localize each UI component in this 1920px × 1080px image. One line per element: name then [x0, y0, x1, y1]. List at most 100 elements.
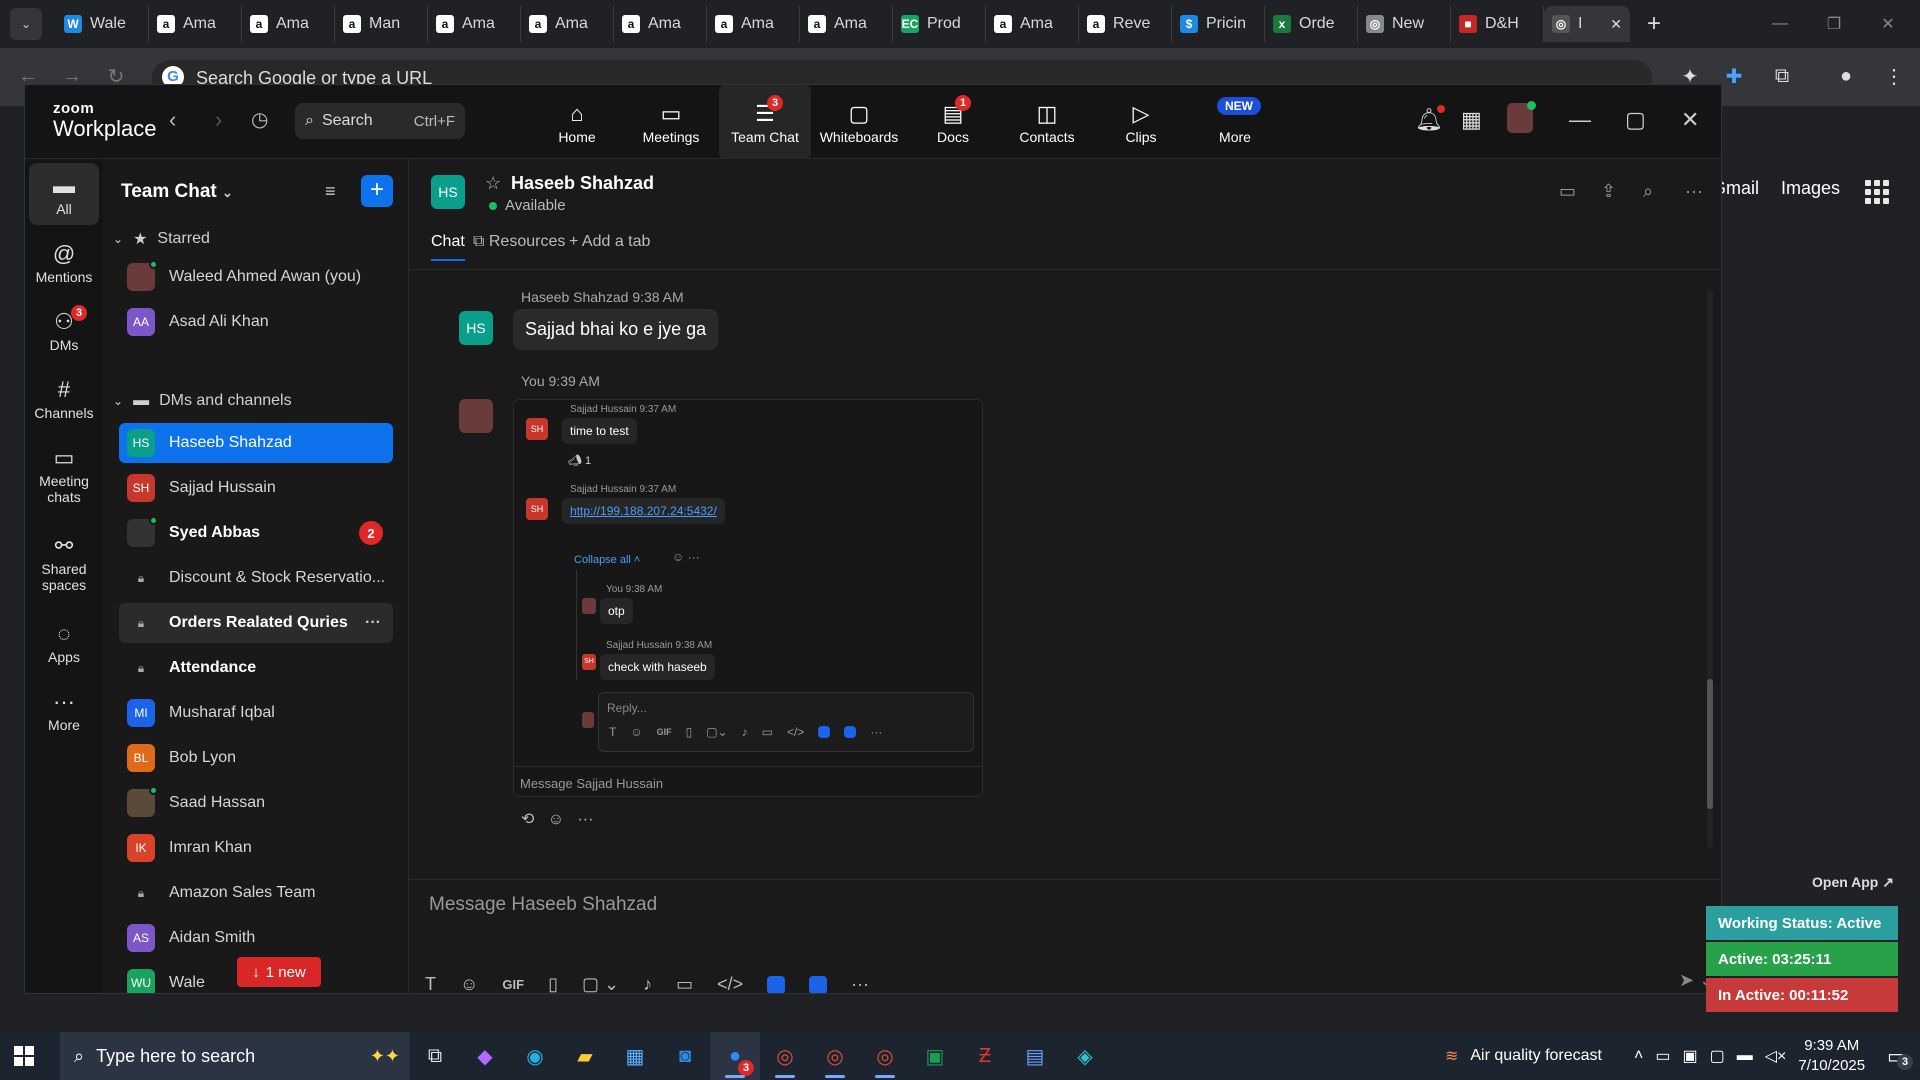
new-messages-pill[interactable]: ↓ 1 new — [237, 957, 321, 987]
browser-tab[interactable]: EC Prod — [893, 6, 986, 42]
close-tab-icon[interactable]: ✕ — [1610, 16, 1622, 33]
zoom-search-button[interactable]: ⌕ Search Ctrl+F — [295, 103, 465, 139]
team-chat-title[interactable]: Team Chat ⌄ — [121, 181, 233, 203]
store-icon[interactable]: ▦ — [610, 1032, 660, 1080]
chrome-icon[interactable]: ◎ — [760, 1032, 810, 1080]
browser-tab[interactable]: a Ama — [521, 6, 614, 42]
chevron-up-icon[interactable]: ˄ — [1634, 1047, 1643, 1065]
rail-more[interactable]: ··· More — [29, 687, 99, 733]
rail-shared-spaces[interactable]: ⚯ Shared spaces — [29, 531, 99, 593]
mic-icon[interactable]: ♪ — [742, 725, 748, 739]
browser-tab-active[interactable]: ◎ I ✕ — [1544, 6, 1630, 42]
thread-link[interactable]: http://199.188.207.24:5432/ — [570, 504, 717, 518]
video-call-icon[interactable]: ▭ — [1559, 181, 1576, 202]
nav-meetings[interactable]: ▭ Meetings — [625, 85, 717, 159]
browser-tab[interactable]: a Reve — [1079, 6, 1172, 42]
collapse-all-link[interactable]: Collapse all ˄ — [574, 554, 640, 566]
message-actions[interactable]: ⟲ ☺ ··· — [521, 809, 593, 829]
star-outline-icon[interactable]: ☆ — [485, 173, 501, 194]
rail-mentions[interactable]: @ Mentions — [29, 239, 99, 285]
copilot-icon[interactable]: ◆ — [460, 1032, 510, 1080]
chat-list-item[interactable]: Waleed Ahmed Awan (you) — [119, 257, 393, 297]
browser-tab[interactable]: ◎ New — [1358, 6, 1451, 42]
gif-icon[interactable]: GIF — [502, 977, 524, 992]
reply-actions[interactable]: ☺ ··· — [672, 550, 700, 564]
tab-chat[interactable]: Chat — [431, 233, 465, 261]
edge-icon[interactable]: ◉ — [510, 1032, 560, 1080]
browser-tab[interactable]: x Orde — [1265, 6, 1358, 42]
chat-list-item[interactable]: HS Haseeb Shahzad — [119, 423, 393, 463]
zoom-taskbar-icon[interactable]: ● 3 — [710, 1032, 760, 1080]
screenshot-icon[interactable]: ▢ ⌄ — [582, 974, 619, 993]
more-options-icon[interactable]: ··· — [1685, 181, 1703, 202]
chat-list-item[interactable]: 🔒︎ Orders Realated Quries ··· — [119, 603, 393, 643]
app-icon[interactable]: ◈ — [1060, 1032, 1110, 1080]
windows-start-button[interactable] — [0, 1032, 48, 1080]
video-message-icon[interactable]: ▭ — [676, 974, 693, 993]
extension-icon[interactable]: ✚ — [1720, 62, 1748, 90]
meet-icon[interactable]: ▣ — [1682, 1046, 1697, 1066]
forward-arrow-icon[interactable]: › — [215, 107, 222, 133]
app-icon[interactable] — [809, 975, 828, 993]
message-bubble[interactable]: Sajjad bhai ko e jye ga — [513, 309, 719, 350]
chat-list-item[interactable]: BL Bob Lyon — [119, 738, 393, 778]
code-icon[interactable]: </> — [787, 725, 804, 739]
new-tab-button[interactable]: + — [1638, 8, 1670, 40]
more-icon[interactable]: ··· — [851, 974, 869, 993]
nav-docs[interactable]: ▤ Docs 1 — [907, 85, 999, 159]
nav-clips[interactable]: ▷ Clips — [1095, 85, 1187, 159]
chat-list-item[interactable]: AA Asad Ali Khan — [119, 302, 393, 342]
chat-list-item[interactable]: SH Sajjad Hussain — [119, 468, 393, 508]
minimize-icon[interactable]: — — [1569, 107, 1591, 133]
chat-title[interactable]: Haseeb Shahzad — [511, 173, 654, 194]
chrome-icon[interactable]: ◎ — [860, 1032, 910, 1080]
close-icon[interactable]: ✕ — [1681, 107, 1699, 133]
browser-tab[interactable]: W Wale — [56, 6, 149, 42]
browser-tab[interactable]: a Ama — [428, 6, 521, 42]
more-options-icon[interactable]: ··· — [365, 614, 381, 632]
format-text-icon[interactable]: T — [425, 974, 436, 993]
search-icon[interactable]: ⌕ — [1643, 181, 1653, 202]
chat-list-item[interactable]: 🔒︎ Attendance — [119, 648, 393, 688]
tab-add[interactable]: + Add a tab — [569, 233, 650, 251]
browser-tab[interactable]: a Ama — [614, 6, 707, 42]
chat-list-item[interactable]: IK Imran Khan — [119, 828, 393, 868]
nav-team-chat[interactable]: ☰ Team Chat 3 — [719, 85, 811, 159]
chat-list-item[interactable]: MI Musharaf Iqbal — [119, 693, 393, 733]
notifications-icon[interactable]: ▭ 3 — [1887, 1044, 1914, 1070]
new-chat-button[interactable]: + — [361, 175, 393, 207]
battery-icon[interactable]: ▬ — [1737, 1047, 1753, 1065]
taskbar-search[interactable]: ⌕ Type here to search ✦✦ — [60, 1032, 410, 1080]
chat-list-item[interactable]: Syed Abbas 2 — [119, 513, 393, 553]
history-icon[interactable]: ◷ — [251, 107, 268, 132]
back-arrow-icon[interactable]: ‹ — [169, 107, 176, 133]
rail-all[interactable]: ▬ All — [29, 163, 99, 225]
excel-icon[interactable]: ▣ — [910, 1032, 960, 1080]
file-icon[interactable]: ▯ — [548, 974, 558, 993]
google-apps-icon[interactable] — [1865, 180, 1889, 204]
tab-resources[interactable]: ⧉ Resources — [473, 233, 565, 251]
filter-icon[interactable]: ≡ — [325, 181, 336, 202]
gif-icon[interactable]: GIF — [657, 727, 672, 737]
emoji-icon[interactable]: ☺ — [460, 974, 478, 993]
calculator-icon[interactable]: ▤ — [1010, 1032, 1060, 1080]
nav-contacts[interactable]: ◫ Contacts — [1001, 85, 1093, 159]
browser-menu-icon[interactable]: ⋮ — [1880, 62, 1908, 90]
rail-apps[interactable]: ◌ Apps — [29, 619, 99, 665]
more-icon[interactable]: ··· — [577, 811, 593, 828]
message-avatar[interactable]: HS — [459, 311, 493, 345]
weather-label[interactable]: Air quality forecast — [1470, 1047, 1602, 1065]
reply-icon[interactable]: ⟲ — [521, 811, 534, 828]
nav-more[interactable]: More NEW — [1189, 85, 1281, 159]
minimize-window-button[interactable]: — — [1752, 0, 1808, 48]
mic-icon[interactable]: ♪ — [643, 974, 652, 993]
extensions-puzzle-icon[interactable]: ⧉ — [1768, 62, 1796, 90]
code-snippet-icon[interactable]: </> — [717, 974, 743, 993]
browser-tab[interactable]: a Man — [335, 6, 428, 42]
open-app-button[interactable]: Open App ↗ — [1812, 874, 1894, 891]
chat-list-item[interactable]: AS Aidan Smith — [119, 918, 393, 958]
file-explorer-icon[interactable]: ▰ — [560, 1032, 610, 1080]
format-text-icon[interactable]: T — [609, 725, 616, 739]
nav-home[interactable]: ⌂ Home — [531, 85, 623, 159]
browser-tab[interactable]: a Ama — [707, 6, 800, 42]
